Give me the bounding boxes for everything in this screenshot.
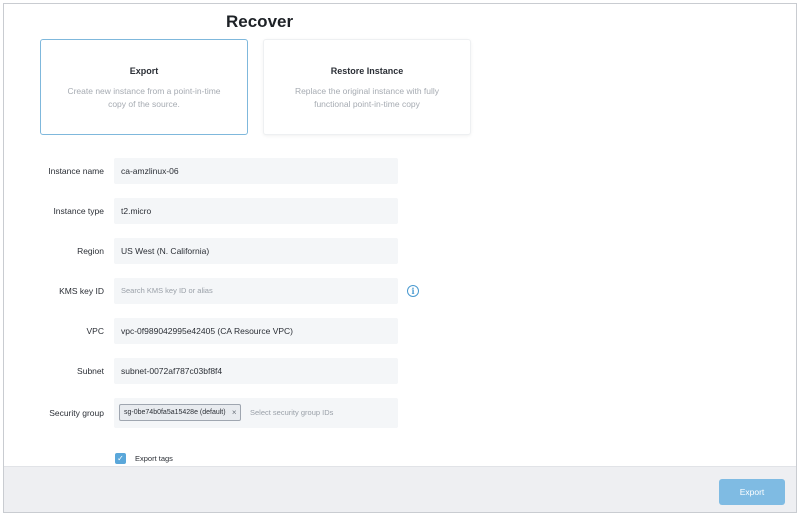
kms-key-label: KMS key ID [59, 286, 104, 296]
restore-option-title: Restore Instance [330, 66, 404, 76]
security-group-row: Security group sg-0be74b0fa5a15428e (def… [4, 398, 504, 428]
region-row: Region US West (N. California) [4, 238, 504, 264]
instance-name-input[interactable]: ca-amzlinux-06 [114, 158, 398, 184]
instance-name-row: Instance name ca-amzlinux-06 [4, 158, 504, 184]
security-group-label: Security group [49, 408, 104, 418]
export-tags-checkbox[interactable]: ✓ [115, 453, 126, 464]
instance-type-label: Instance type [53, 206, 104, 216]
kms-key-row: KMS key ID Search KMS key ID or alias i [4, 278, 504, 304]
subnet-row: Subnet subnet-0072af787c03bf8f4 [4, 358, 504, 384]
recover-dialog: Recover Export Create new instance from … [3, 3, 797, 513]
subnet-label: Subnet [77, 366, 104, 376]
instance-name-label: Instance name [48, 166, 104, 176]
export-option-card[interactable]: Export Create new instance from a point-… [40, 39, 248, 135]
export-button[interactable]: Export [719, 479, 785, 505]
kms-key-input[interactable]: Search KMS key ID or alias [114, 278, 398, 304]
vpc-label: VPC [86, 326, 104, 336]
subnet-select[interactable]: subnet-0072af787c03bf8f4 [114, 358, 398, 384]
security-group-placeholder: Select security group IDs [250, 408, 334, 417]
vpc-row: VPC vpc-0f989042995e42405 (CA Resource V… [4, 318, 504, 344]
info-icon[interactable]: i [407, 285, 419, 297]
region-select[interactable]: US West (N. California) [114, 238, 398, 264]
vpc-select[interactable]: vpc-0f989042995e42405 (CA Resource VPC) [114, 318, 398, 344]
instance-type-row: Instance type t2.micro [4, 198, 504, 224]
dialog-footer: Export [4, 466, 796, 512]
security-group-tag-label: sg-0be74b0fa5a15428e (default) [124, 409, 226, 416]
page-title: Recover [226, 12, 294, 31]
security-group-input[interactable]: sg-0be74b0fa5a15428e (default) × Select … [114, 398, 398, 428]
security-group-tag: sg-0be74b0fa5a15428e (default) × [119, 404, 241, 421]
restore-option-card[interactable]: Restore Instance Replace the original in… [263, 39, 471, 135]
export-option-title: Export [129, 66, 159, 76]
checkmark-icon: ✓ [117, 454, 124, 463]
export-tags-label: Export tags [135, 454, 173, 463]
restore-option-description: Replace the original instance with fully… [294, 86, 440, 109]
region-label: Region [77, 246, 104, 256]
remove-tag-icon[interactable]: × [232, 405, 237, 420]
instance-type-select[interactable]: t2.micro [114, 198, 398, 224]
export-option-description: Create new instance from a point-in-time… [67, 86, 221, 109]
